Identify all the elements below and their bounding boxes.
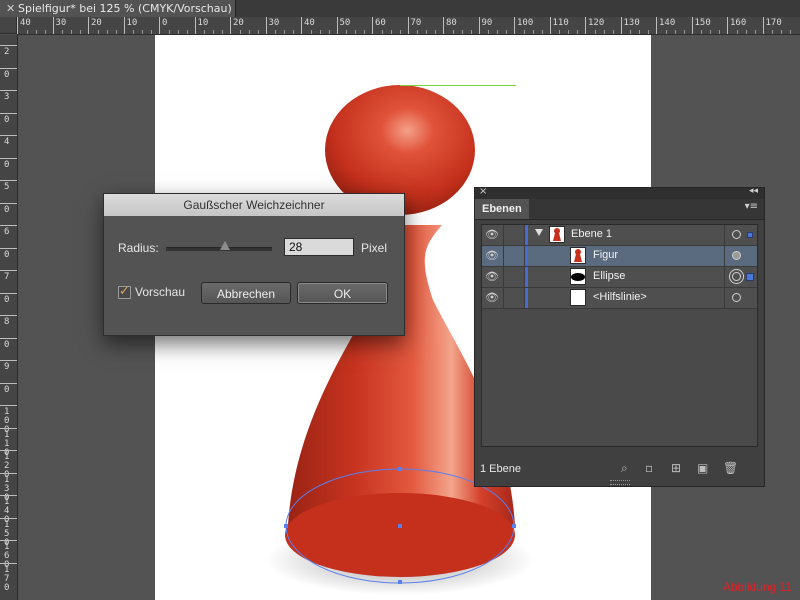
layer-list: 👁 Ebene 1 👁 Figur 👁 Ellipse 👁 <Hilfslini… [481,224,758,447]
layer-count: 1 Ebene [480,463,521,475]
radius-input[interactable]: 28 [284,238,354,256]
selection-indicator[interactable] [746,273,754,281]
visibility-eye-icon[interactable]: 👁 [485,291,499,304]
new-layer-icon[interactable]: ▣ [697,461,708,475]
resize-grip[interactable] [610,480,630,485]
locate-icon[interactable]: ⌕ [621,461,628,476]
disclosure-triangle-icon[interactable] [535,229,543,236]
layer-row-hilfslinie[interactable]: 👁 <Hilfslinie> [482,288,757,309]
layer-thumbnail [570,289,586,306]
layer-color-bar [525,246,528,266]
visibility-eye-icon[interactable]: 👁 [485,249,499,262]
layer-name[interactable]: Figur [593,249,618,261]
target-circle-icon[interactable] [732,293,741,302]
layer-row-ellipse[interactable]: 👁 Ellipse [482,267,757,288]
layer-row-figur[interactable]: 👁 Figur [482,246,757,267]
layer-thumbnail [570,268,586,285]
lock-toggle[interactable] [503,288,504,308]
figure-caption: Abbildung 11 [722,580,792,594]
radius-label: Radius: [118,241,159,255]
layer-color-bar [525,267,528,287]
new-sublayer-icon[interactable]: ⊞ [671,461,681,475]
guide-line[interactable] [400,85,516,86]
visibility-eye-icon[interactable]: 👁 [485,270,499,283]
layer-color-bar [525,288,528,308]
figure-base [285,493,515,577]
radius-slider[interactable] [166,247,272,251]
layer-color-bar [525,225,528,245]
target-circle-icon[interactable] [732,272,741,281]
radius-slider-thumb[interactable] [220,241,231,250]
layer-row-ebene-1[interactable]: 👁 Ebene 1 [482,225,757,246]
preview-label[interactable]: Vorschau [135,285,185,299]
layer-name[interactable]: <Hilfslinie> [593,291,647,303]
layers-panel: × ◂◂ Ebenen ▾≡ 👁 Ebene 1 👁 Figur 👁 Ellip… [474,186,765,487]
layer-thumbnail [570,247,586,264]
radius-unit-label: Pixel [361,241,388,255]
dialog-title[interactable]: Gaußscher Weichzeichner [104,194,404,216]
ellipse-anchor-left[interactable] [284,524,288,528]
panel-menu-icon[interactable]: ▾≡ [745,201,758,212]
panel-tabs: Ebenen ▾≡ [475,199,764,220]
ellipse-anchor-bottom[interactable] [398,580,402,584]
ellipse-anchor-right[interactable] [512,524,516,528]
selection-indicator[interactable] [747,232,753,238]
visibility-eye-icon[interactable]: 👁 [485,228,499,241]
ellipse-anchor-top[interactable] [398,467,402,471]
collapse-panel-icon[interactable]: ◂◂ [749,186,758,196]
clipping-mask-icon[interactable]: ▫ [645,461,653,475]
layer-thumbnail [549,226,565,243]
layer-name[interactable]: Ellipse [593,270,625,282]
gaussian-blur-dialog: Gaußscher Weichzeichner Radius: 28 Pixel… [103,193,405,336]
preview-checkbox[interactable]: ✓ [118,284,131,299]
panel-title-bar[interactable]: × ◂◂ [475,186,764,199]
close-panel-icon[interactable]: × [479,186,487,197]
lock-toggle[interactable] [503,225,504,245]
cancel-button[interactable]: Abbrechen [201,282,291,304]
layer-name[interactable]: Ebene 1 [571,228,612,240]
lock-toggle[interactable] [503,246,504,266]
checkmark-icon: ✓ [119,284,130,299]
target-circle-icon[interactable] [732,230,741,239]
ok-button[interactable]: OK [297,282,388,304]
panel-footer: 1 Ebene ⌕ ▫ ⊞ ▣ 🗑 [475,456,764,486]
target-circle-icon[interactable] [732,251,741,260]
ellipse-anchor-center[interactable] [398,524,402,528]
tab-layers[interactable]: Ebenen [475,199,529,219]
trash-icon[interactable]: 🗑 [723,461,738,475]
lock-toggle[interactable] [503,267,504,287]
